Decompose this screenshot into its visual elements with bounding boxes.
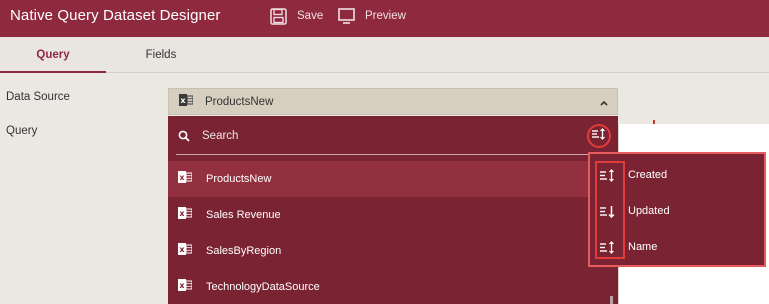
sort-asc-icon [600, 241, 616, 259]
scrollbar[interactable] [610, 296, 613, 304]
sort-option-label: Name [628, 241, 658, 253]
svg-text:x: x [180, 96, 186, 105]
search-input[interactable] [202, 126, 572, 146]
preview-label: Preview [365, 10, 406, 22]
tab-bar: Query Fields [0, 37, 769, 73]
list-item[interactable]: x ProductsNew [168, 161, 618, 197]
data-source-label: Data Source [6, 91, 70, 103]
excel-icon: x [178, 242, 193, 260]
svg-text:x: x [179, 245, 185, 254]
data-source-value: ProductsNew [205, 95, 274, 108]
sort-option-updated[interactable]: Updated [590, 197, 764, 227]
preview-button[interactable]: Preview [338, 5, 406, 27]
excel-icon: x [178, 170, 193, 188]
data-source-dropdown: x ProductsNew x Sales Revenue x SalesByR… [168, 116, 618, 304]
cursor-mark [653, 120, 655, 124]
tab-fields[interactable]: Fields [108, 37, 214, 73]
tab-query[interactable]: Query [0, 37, 106, 73]
list-item[interactable]: x SalesByRegion [168, 233, 618, 269]
sort-button[interactable] [587, 124, 611, 148]
svg-text:x: x [179, 209, 185, 218]
sort-option-label: Updated [628, 205, 670, 217]
chevron-up-icon[interactable] [599, 95, 609, 113]
list-item-label: Sales Revenue [206, 209, 281, 221]
sort-desc-icon [600, 205, 616, 223]
save-label: Save [297, 10, 324, 22]
sort-icon [592, 127, 606, 145]
search-underline [176, 154, 610, 155]
excel-icon: x [179, 93, 194, 111]
data-source-select[interactable]: x ProductsNew [168, 88, 618, 115]
sort-option-label: Created [628, 169, 668, 181]
search-icon [178, 129, 190, 147]
sort-option-created[interactable]: Created [590, 161, 764, 191]
sort-menu: Created Updated Name [588, 152, 766, 267]
svg-text:x: x [179, 173, 185, 182]
app-title: Native Query Dataset Designer [10, 7, 221, 24]
monitor-icon [338, 8, 355, 24]
list-item[interactable]: x Sales Revenue [168, 197, 618, 233]
list-item[interactable]: x TechnologyDataSource [168, 269, 618, 304]
list-item-label: TechnologyDataSource [206, 281, 320, 293]
list-item-label: SalesByRegion [206, 245, 282, 257]
save-button[interactable]: Save [270, 5, 323, 27]
excel-icon: x [178, 278, 193, 296]
title-bar: Native Query Dataset Designer Save Previ… [0, 0, 769, 37]
sort-asc-icon [600, 169, 616, 187]
search-row [168, 116, 618, 156]
query-label: Query [6, 125, 38, 137]
svg-text:x: x [179, 281, 185, 290]
sort-option-name[interactable]: Name [590, 233, 764, 263]
save-icon [270, 7, 287, 25]
excel-icon: x [178, 206, 193, 224]
list-item-label: ProductsNew [206, 173, 272, 185]
